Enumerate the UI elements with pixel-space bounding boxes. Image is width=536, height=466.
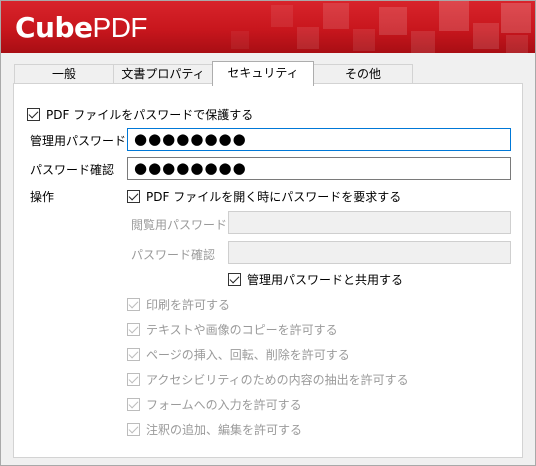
permission-annotations-row: 注釈の追加、編集を許可する xyxy=(127,421,302,438)
permission-print-checkbox xyxy=(127,298,140,311)
permission-forms-checkbox xyxy=(127,398,140,411)
share-password-checkbox[interactable] xyxy=(228,273,241,286)
owner-password-label: 管理用パスワード xyxy=(30,134,127,148)
tab-general[interactable]: 一般 xyxy=(14,64,114,85)
permission-copy-checkbox xyxy=(127,323,140,336)
owner-confirm-label: パスワード確認 xyxy=(30,163,115,177)
tab-strip: 一般 文書プロパティ セキュリティ その他 xyxy=(1,53,535,86)
permission-annotations-label: 注釈の追加、編集を許可する xyxy=(146,423,303,437)
logo-bold-text: Cube xyxy=(15,11,93,44)
permission-print-row: 印刷を許可する xyxy=(127,296,230,313)
permission-accessibility-label: アクセシビリティのための内容の抽出を許可する xyxy=(146,373,409,387)
cubepdf-logo: CubePDF xyxy=(15,11,148,44)
permission-forms-label: フォームへの入力を許可する xyxy=(146,398,302,412)
permission-pages-row: ページの挿入、回転、削除を許可する xyxy=(127,346,350,363)
security-panel: PDF ファイルをパスワードで保護する 管理用パスワード ●●●●●●●● パス… xyxy=(13,83,523,458)
tab-document-properties[interactable]: 文書プロパティ xyxy=(113,64,213,85)
owner-password-value: ●●●●●●●● xyxy=(134,130,247,148)
permission-copy-row: テキストや画像のコピーを許可する xyxy=(127,321,338,338)
permission-pages-label: ページの挿入、回転、削除を許可する xyxy=(146,348,350,362)
permission-pages-checkbox xyxy=(127,348,140,361)
require-open-label: PDF ファイルを開く時にパスワードを要求する xyxy=(146,190,402,204)
protect-label: PDF ファイルをパスワードで保護する xyxy=(46,108,254,122)
permission-forms-row: フォームへの入力を許可する xyxy=(127,396,302,413)
user-password-field[interactable] xyxy=(228,211,511,234)
user-confirm-field[interactable] xyxy=(228,241,511,264)
user-password-label: 閲覧用パスワード xyxy=(131,218,228,232)
protect-checkbox-row[interactable]: PDF ファイルをパスワードで保護する xyxy=(27,106,253,123)
share-password-checkbox-row[interactable]: 管理用パスワードと共用する xyxy=(228,271,403,288)
protect-checkbox[interactable] xyxy=(27,108,40,121)
tab-security[interactable]: セキュリティ xyxy=(212,61,314,86)
header-banner: CubePDF xyxy=(1,1,535,53)
cubepdf-window: CubePDF 一般 文書プロパティ セキュリティ その他 PDF ファイルをパ… xyxy=(0,0,536,466)
permission-accessibility-checkbox xyxy=(127,373,140,386)
logo-light-text: PDF xyxy=(92,12,148,43)
tab-other[interactable]: その他 xyxy=(313,64,413,85)
user-confirm-label: パスワード確認 xyxy=(131,248,216,262)
owner-password-field[interactable]: ●●●●●●●● xyxy=(127,128,511,151)
permission-print-label: 印刷を許可する xyxy=(146,298,231,312)
permission-annotations-checkbox xyxy=(127,423,140,436)
owner-confirm-value: ●●●●●●●● xyxy=(134,159,247,177)
permission-accessibility-row: アクセシビリティのための内容の抽出を許可する xyxy=(127,371,409,388)
owner-confirm-field[interactable]: ●●●●●●●● xyxy=(127,157,511,180)
share-password-label: 管理用パスワードと共用する xyxy=(247,273,404,287)
require-open-checkbox[interactable] xyxy=(127,190,140,203)
permission-copy-label: テキストや画像のコピーを許可する xyxy=(146,323,338,337)
operations-label: 操作 xyxy=(30,190,55,204)
require-open-checkbox-row[interactable]: PDF ファイルを開く時にパスワードを要求する xyxy=(127,188,401,205)
